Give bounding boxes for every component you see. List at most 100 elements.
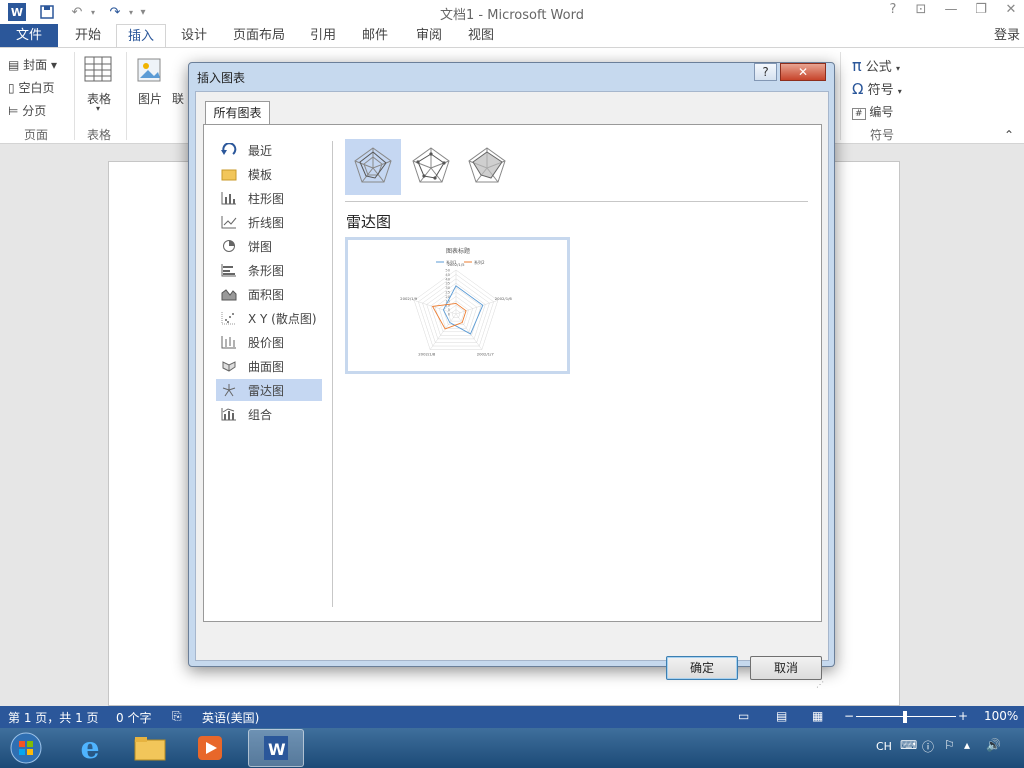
- omega-icon: Ω: [852, 80, 864, 98]
- help-button[interactable]: ?: [882, 2, 904, 22]
- print-layout-icon[interactable]: ▤: [776, 709, 787, 723]
- equation-button[interactable]: π 公式 ▾: [852, 56, 900, 75]
- category-area[interactable]: 面积图: [216, 283, 322, 305]
- show-hidden-icons[interactable]: ▴: [964, 738, 970, 752]
- minimize-button[interactable]: —: [940, 2, 962, 22]
- word-count[interactable]: 0 个字: [116, 709, 151, 726]
- recent-icon: [220, 142, 238, 158]
- tab-insert[interactable]: 插入: [116, 24, 166, 48]
- ribbon-divider: [126, 52, 127, 140]
- word-taskbar-icon[interactable]: W: [248, 729, 304, 767]
- dialog-close-button[interactable]: ✕: [780, 63, 826, 81]
- ie-icon[interactable]: e: [62, 729, 118, 767]
- keyboard-icon[interactable]: ⌨: [900, 738, 917, 752]
- tab-review[interactable]: 审阅: [406, 24, 452, 48]
- page-break-button[interactable]: ⊨ 分页: [8, 102, 46, 119]
- restore-button[interactable]: ❐: [970, 2, 992, 22]
- grid-spoke: [455, 300, 498, 315]
- web-layout-icon[interactable]: ▦: [812, 709, 823, 723]
- input-language[interactable]: CH: [876, 740, 892, 753]
- group-label-symbols: 符号: [870, 128, 895, 142]
- resize-grip-icon[interactable]: ⋰: [816, 680, 824, 689]
- bar-chart-icon: [220, 262, 238, 278]
- explorer-icon[interactable]: [122, 729, 178, 767]
- category-combo[interactable]: 组合: [216, 403, 322, 425]
- filled-radar-icon: [468, 147, 506, 183]
- tick-label: 35: [445, 282, 450, 286]
- tick-label: 25: [445, 291, 450, 295]
- group-label-pages: 页面: [24, 128, 49, 142]
- category-radar[interactable]: 雷达图: [216, 379, 322, 401]
- tick-label: 40: [445, 277, 450, 281]
- category-scatter[interactable]: X Y (散点图): [216, 307, 322, 329]
- online-pictures-button[interactable]: 联: [172, 90, 184, 107]
- combo-chart-icon: [220, 406, 238, 422]
- chart-type-name: 雷达图: [346, 213, 392, 231]
- category-stock[interactable]: 股价图: [216, 331, 322, 353]
- category-column[interactable]: 柱形图: [216, 187, 322, 209]
- chart-preview[interactable]: 图表标题 系列1 系列2 50 45 40 35 30 25 20 15 10 5 0 2002/1/…: [345, 237, 570, 374]
- table-icon[interactable]: [84, 56, 114, 84]
- picture-icon[interactable]: [136, 56, 166, 86]
- tab-view[interactable]: 视图: [458, 24, 504, 48]
- language-indicator[interactable]: 英语(美国): [202, 709, 259, 726]
- page-count[interactable]: 第 1 页，共 1 页: [8, 709, 99, 726]
- read-mode-icon[interactable]: ▭: [738, 709, 749, 723]
- tab-all-charts[interactable]: 所有图表: [205, 101, 270, 125]
- subtype-radar-markers[interactable]: [403, 139, 459, 195]
- ribbon-display-options-icon[interactable]: ⊡: [910, 2, 932, 22]
- numbering-button[interactable]: # 编号: [852, 103, 893, 120]
- radar-ticks: 50454035302520151050: [445, 269, 450, 317]
- cancel-button[interactable]: 取消: [750, 656, 822, 680]
- blank-page-button[interactable]: ▯ 空白页: [8, 79, 54, 96]
- table-dropdown-icon[interactable]: ▾: [96, 104, 100, 113]
- group-label-tables: 表格: [87, 128, 112, 142]
- zoom-in-button[interactable]: +: [958, 709, 968, 723]
- svg-text:W: W: [268, 740, 286, 759]
- tick-label: 45: [445, 273, 450, 277]
- zoom-level[interactable]: 100%: [984, 709, 1018, 723]
- category-bar[interactable]: 条形图: [216, 259, 322, 281]
- page-break-icon: ⊨: [8, 104, 19, 118]
- cover-page-button[interactable]: ▤ 封面 ▾: [8, 56, 57, 73]
- tick-label: 30: [445, 286, 450, 290]
- dialog-body: 所有图表 最近 模板 柱形图 折线图 饼图 条形图 面积图 X Y (散点图) …: [195, 91, 829, 689]
- tab-design[interactable]: 设计: [170, 24, 218, 48]
- symbol-button[interactable]: Ω 符号 ▾: [852, 79, 902, 98]
- zoom-slider-thumb[interactable]: [903, 711, 907, 723]
- tab-layout[interactable]: 页面布局: [224, 24, 294, 48]
- tab-file[interactable]: 文件: [0, 24, 58, 48]
- category-surface[interactable]: 曲面图: [216, 355, 322, 377]
- tick-label: 0: [448, 313, 451, 317]
- axis-label-2: 2002/1/6: [495, 296, 513, 301]
- close-button[interactable]: ✕: [1000, 2, 1022, 22]
- zoom-out-button[interactable]: −: [844, 709, 854, 723]
- category-templates[interactable]: 模板: [216, 163, 322, 185]
- axis-label-5: 2002/1/9: [400, 296, 418, 301]
- collapse-ribbon-icon[interactable]: ⌃: [1004, 128, 1014, 142]
- tab-home[interactable]: 开始: [64, 24, 112, 48]
- category-recent[interactable]: 最近: [216, 139, 322, 161]
- picture-button[interactable]: 图片: [138, 90, 162, 107]
- start-button[interactable]: [6, 730, 46, 766]
- tab-references[interactable]: 引用: [300, 24, 346, 48]
- preview-title: 图表标题: [446, 247, 470, 255]
- signin-link[interactable]: 登录: [990, 24, 1024, 48]
- dialog-help-button[interactable]: ?: [754, 63, 777, 81]
- line-chart-icon: [220, 214, 238, 230]
- category-pie[interactable]: 饼图: [216, 235, 322, 257]
- help-tray-icon[interactable]: ⓘ: [922, 738, 934, 755]
- tab-mailings[interactable]: 邮件: [352, 24, 398, 48]
- subtype-filled-radar[interactable]: [459, 139, 515, 195]
- ok-button[interactable]: 确定: [666, 656, 738, 680]
- title-bar: W ↶ ▾ ↷ ▾ ▾ 文档1 - Microsoft Word ? ⊡ — ❐…: [0, 0, 1024, 24]
- window-title: 文档1 - Microsoft Word: [440, 8, 584, 23]
- volume-icon[interactable]: 🔊: [986, 738, 1001, 752]
- proofing-icon[interactable]: ⎘: [172, 709, 182, 724]
- media-player-icon[interactable]: [182, 729, 238, 767]
- subtype-radar[interactable]: [345, 139, 401, 195]
- network-tray-icon[interactable]: ⚐: [944, 738, 955, 752]
- subtype-divider: [345, 201, 808, 202]
- ribbon-tabs: 文件 开始 插入 设计 页面布局 引用 邮件 审阅 视图 登录: [0, 24, 1024, 48]
- category-line[interactable]: 折线图: [216, 211, 322, 233]
